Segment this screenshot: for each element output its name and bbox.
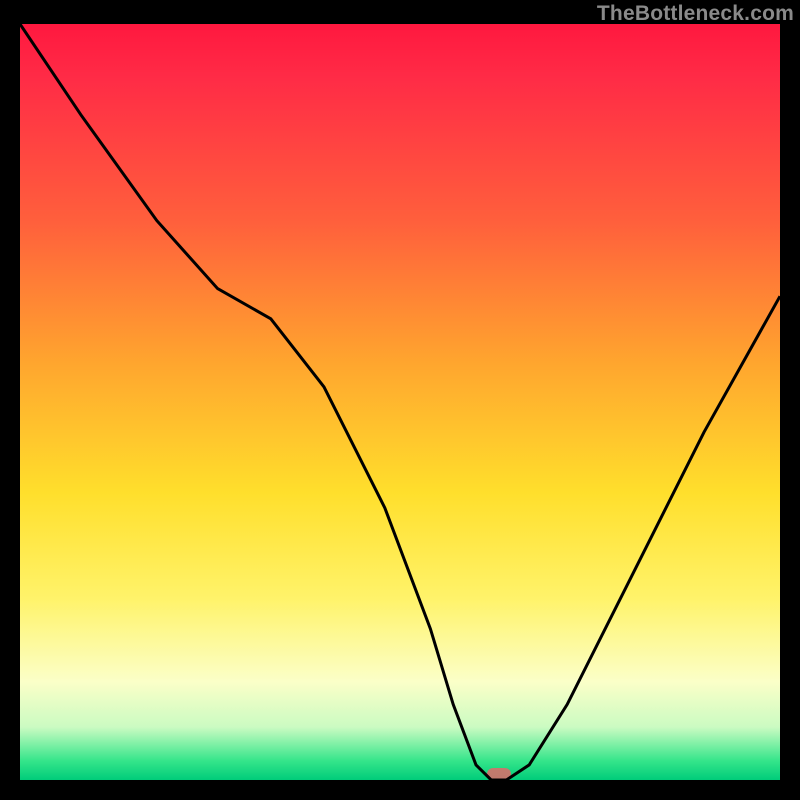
- chart-frame: [20, 24, 780, 780]
- bottleneck-curve: [20, 24, 780, 780]
- curve-path: [20, 24, 780, 780]
- watermark-text: TheBottleneck.com: [597, 2, 794, 26]
